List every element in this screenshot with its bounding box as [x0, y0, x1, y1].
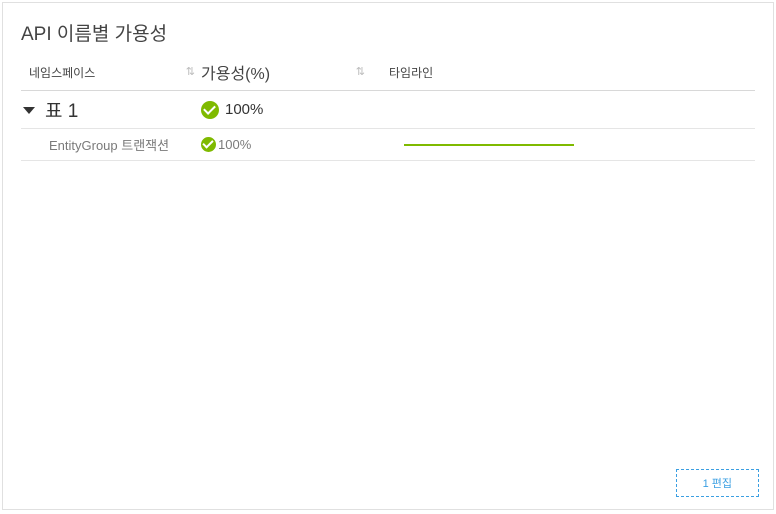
edit-button[interactable]: 1 편집	[676, 469, 759, 497]
row-label: 표 1	[45, 96, 78, 123]
panel-container: API 이름별 가용성 네임스페이스 가용성(%) 타임라인 표 1 100% …	[2, 2, 774, 510]
sort-icon[interactable]	[356, 67, 363, 78]
sort-icon[interactable]	[186, 67, 193, 78]
table-header-row: 네임스페이스 가용성(%) 타임라인	[21, 60, 755, 91]
child-availability-cell: 100%	[201, 137, 371, 152]
table-row-child[interactable]: EntityGroup 트랜잭션 100%	[21, 129, 755, 161]
timeline-bar	[404, 144, 574, 146]
caret-down-icon[interactable]	[23, 107, 35, 114]
child-availability-value: 100%	[218, 137, 251, 152]
panel-title: API 이름별 가용성	[21, 19, 755, 46]
col-header-timeline: 타임라인	[371, 64, 755, 81]
check-icon	[201, 101, 219, 119]
child-timeline-cell	[371, 144, 755, 146]
row-availability-value: 100%	[225, 101, 263, 118]
row-availability-cell: 100%	[201, 101, 371, 119]
col-header-availability[interactable]: 가용성(%)	[201, 60, 371, 84]
col-header-availability-label: 가용성(%)	[201, 60, 270, 84]
table-row[interactable]: 표 1 100%	[21, 91, 755, 129]
col-header-timeline-label: 타임라인	[389, 66, 433, 80]
check-icon	[201, 137, 216, 152]
child-row-label: EntityGroup 트랜잭션	[49, 138, 169, 153]
col-header-namespace[interactable]: 네임스페이스	[21, 64, 201, 81]
row-namespace-cell: 표 1	[21, 96, 201, 123]
col-header-namespace-label: 네임스페이스	[29, 64, 95, 81]
child-namespace-cell: EntityGroup 트랜잭션	[21, 135, 201, 155]
